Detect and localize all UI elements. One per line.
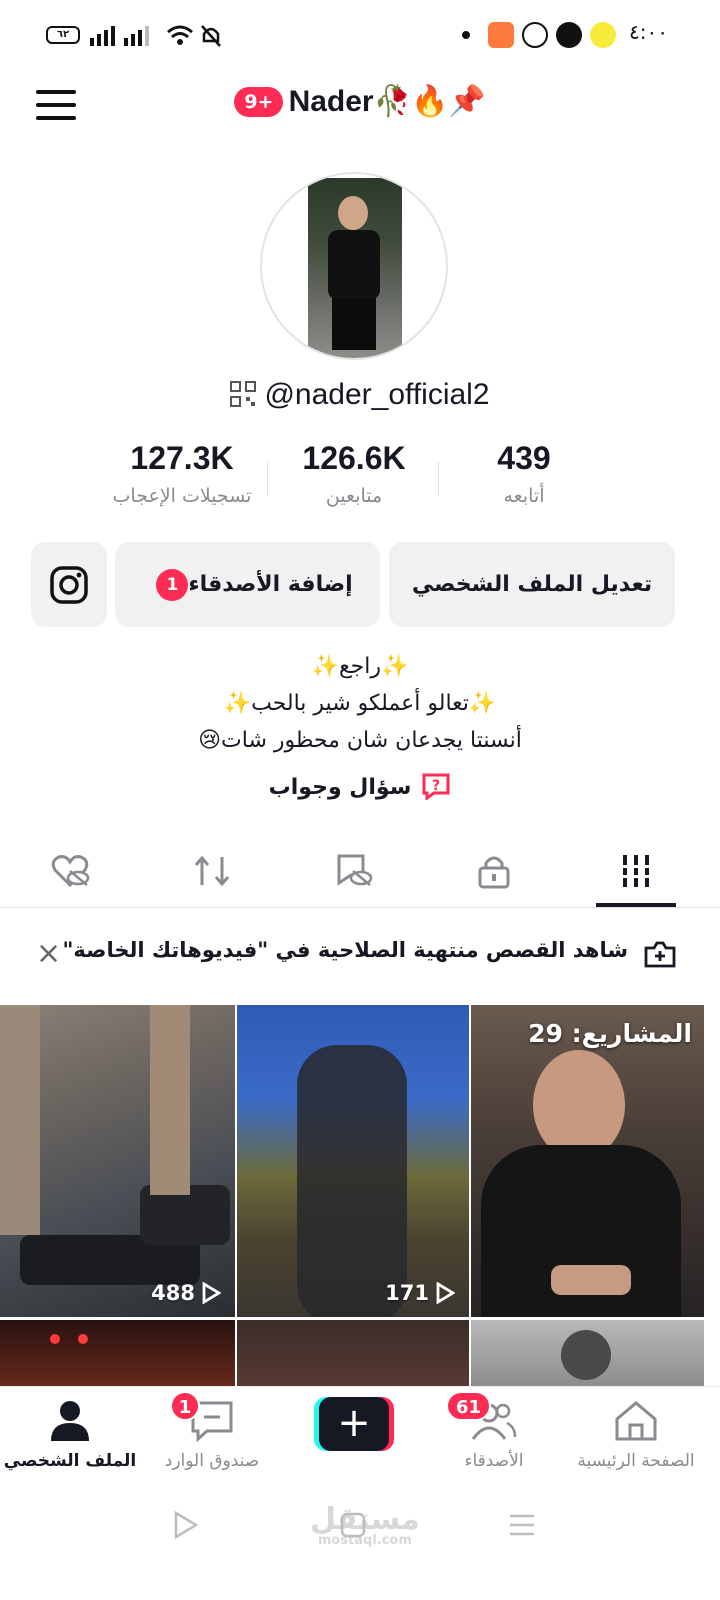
facebook-icon: [522, 22, 548, 48]
close-icon[interactable]: ×: [36, 936, 61, 971]
video-thumbnail[interactable]: [471, 1320, 704, 1390]
grid-icon: [621, 855, 651, 887]
back-icon[interactable]: [172, 1510, 200, 1540]
stories-banner[interactable]: شاهد القصص منتهية الصلاحية في "فيديوهاتك…: [0, 928, 720, 978]
qa-link[interactable]: سؤال وجواب ?: [0, 772, 720, 800]
instagram-icon: [50, 565, 88, 604]
play-outline-icon: [436, 1282, 455, 1304]
view-count: 171: [385, 1281, 455, 1305]
qr-code-icon: [230, 381, 257, 407]
divider: [0, 907, 720, 908]
bookmark-hidden-icon: [337, 854, 373, 886]
video-thumbnail-pinned[interactable]: المشاريع: 29: [471, 1005, 704, 1317]
tab-private[interactable]: [454, 846, 534, 896]
create-button[interactable]: +: [314, 1397, 394, 1451]
projects-label: المشاريع: 29: [528, 1019, 692, 1048]
bio-line-3: أنسنتا يجدعان شان محظور شات😢: [198, 728, 522, 753]
battery-icon: ٦٢: [46, 26, 80, 44]
profile-header-title[interactable]: 9+ Nader🥀🔥📌: [0, 84, 720, 130]
video-thumbnail[interactable]: [0, 1320, 235, 1390]
followers-count: 126.6K: [302, 440, 406, 476]
nav-home[interactable]: الصفحة الرئيسية: [566, 1399, 706, 1471]
home-icon: [615, 1401, 657, 1441]
notification-badge: 9+: [234, 86, 284, 117]
messenger-icon: [556, 22, 582, 48]
video-thumbnail[interactable]: 171: [237, 1005, 469, 1317]
likes-label: تسجيلات الإعجاب: [112, 485, 252, 507]
svg-text:?: ?: [432, 778, 440, 794]
add-friends-badge: 1: [156, 568, 189, 601]
wifi-icon: [167, 25, 193, 45]
bio-line-1: ✨راجع✨: [311, 654, 409, 679]
battery-level: ٦٢: [56, 29, 70, 40]
nav-profile-label: الملف الشخصي: [3, 1451, 137, 1471]
view-count-value: 171: [385, 1281, 429, 1305]
whatsapp-icon: [590, 22, 616, 48]
tab-favorites[interactable]: [313, 846, 393, 896]
username-handle: @nader_official2: [264, 378, 490, 411]
nav-profile[interactable]: الملف الشخصي: [0, 1399, 140, 1471]
stat-likes[interactable]: 127.3K تسجيلات الإعجاب: [82, 440, 282, 507]
display-name: Nader🥀🔥📌: [288, 85, 486, 118]
add-friends-button[interactable]: إضافة الأصدقاء 1: [115, 542, 380, 627]
clock: ٤:٠٠: [629, 20, 668, 44]
edit-profile-label: تعديل الملف الشخصي: [411, 572, 653, 597]
bio-line-2: ✨تعالو أعملكو شير بالحب✨: [223, 691, 497, 716]
video-thumbnail[interactable]: 488: [0, 1005, 235, 1317]
edit-profile-button[interactable]: تعديل الملف الشخصي: [389, 542, 675, 627]
play-outline-icon: [202, 1282, 221, 1304]
following-count: 439: [497, 440, 551, 476]
home-square-icon[interactable]: [340, 1512, 366, 1538]
qa-label: سؤال وجواب: [268, 775, 412, 800]
liked-hidden-icon: [51, 855, 90, 888]
notification-dot: [462, 31, 470, 39]
question-answer-icon: ?: [422, 773, 450, 800]
view-count: 488: [151, 1281, 221, 1305]
nav-friends-label: الأصدقاء: [464, 1451, 524, 1471]
nav-inbox[interactable]: صندوق الوارد 1: [142, 1391, 282, 1471]
nav-inbox-label: صندوق الوارد: [164, 1451, 260, 1471]
profile-icon: [51, 1401, 89, 1441]
nav-friends[interactable]: الأصدقاء 61: [424, 1391, 564, 1471]
recents-icon[interactable]: [508, 1512, 536, 1538]
bottom-nav: الصفحة الرئيسية الأصدقاء 61 + صندوق الوا…: [0, 1386, 720, 1486]
system-nav-bar: مستقل mostaql.com: [0, 1486, 720, 1600]
status-bar: ٦٢ ٤:٠٠: [0, 0, 720, 72]
banner-text: شاهد القصص منتهية الصلاحية في "فيديوهاتك…: [62, 938, 628, 962]
tab-liked[interactable]: [30, 846, 110, 896]
followers-label: متابعين: [325, 485, 383, 507]
friends-badge: 61: [446, 1391, 492, 1421]
likes-count: 127.3K: [130, 440, 234, 476]
instagram-button[interactable]: [31, 542, 107, 627]
camera-plus-icon: [644, 941, 676, 968]
plus-icon: +: [319, 1397, 389, 1451]
avatar[interactable]: [260, 172, 448, 360]
inbox-badge: 1: [170, 1391, 200, 1421]
bio: ✨راجع✨ ✨تعالو أعملكو شير بالحب✨ أنسنتا ي…: [0, 648, 720, 759]
following-label: أتابعه: [503, 485, 545, 507]
tab-reposts[interactable]: [172, 846, 252, 896]
lock-icon: [478, 856, 510, 889]
mute-bell-icon: [201, 25, 221, 47]
tab-videos[interactable]: [596, 846, 676, 896]
stat-followers[interactable]: 126.6K متابعين: [254, 440, 454, 507]
nav-home-label: الصفحة الرئيسية: [577, 1451, 695, 1471]
handle-row[interactable]: @nader_official2: [0, 378, 720, 412]
signal-icon: [90, 26, 149, 46]
app-notification-icon: [488, 22, 514, 48]
video-thumbnail[interactable]: [237, 1320, 469, 1390]
repost-icon: [194, 855, 230, 887]
view-count-value: 488: [151, 1281, 195, 1305]
add-friends-label: إضافة الأصدقاء: [188, 572, 353, 597]
stat-following[interactable]: 439 أتابعه: [424, 440, 624, 507]
